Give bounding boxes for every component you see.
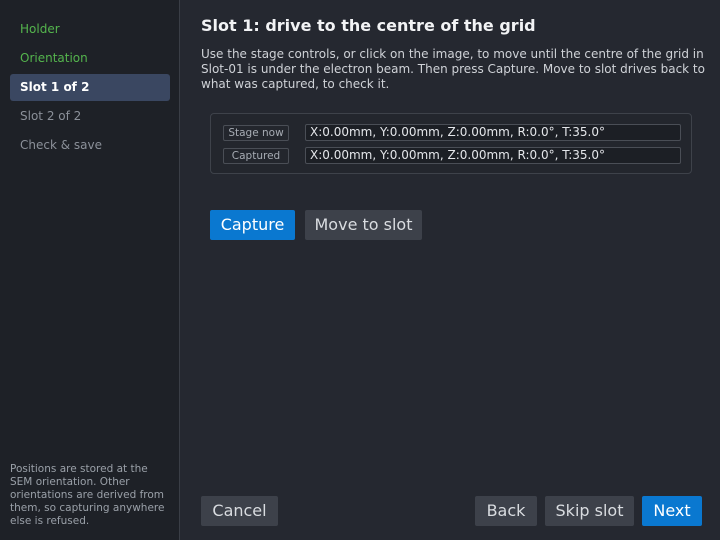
- next-button[interactable]: Next: [642, 496, 702, 526]
- instructions: Use the stage controls, or click on the …: [201, 47, 705, 91]
- step-orientation[interactable]: Orientation: [10, 45, 170, 72]
- cancel-button[interactable]: Cancel: [201, 496, 278, 526]
- calibration-wizard: Holder Orientation Slot 1 of 2 Slot 2 of…: [0, 0, 720, 540]
- step-slot-2[interactable]: Slot 2 of 2: [10, 103, 170, 130]
- stage-now-label: Stage now: [223, 125, 289, 141]
- step-slot-1[interactable]: Slot 1 of 2: [10, 74, 170, 101]
- step-check-save[interactable]: Check & save: [10, 132, 170, 159]
- captured-label: Captured: [223, 148, 289, 164]
- sidebar: Holder Orientation Slot 1 of 2 Slot 2 of…: [0, 0, 180, 540]
- step-holder[interactable]: Holder: [10, 16, 170, 43]
- page-title: Slot 1: drive to the centre of the grid: [201, 16, 536, 35]
- capture-button[interactable]: Capture: [210, 210, 295, 240]
- back-button[interactable]: Back: [475, 496, 537, 526]
- main-panel: Slot 1: drive to the centre of the grid …: [181, 0, 720, 540]
- sidebar-note: Positions are stored at the SEM orientat…: [10, 463, 165, 527]
- skip-slot-button[interactable]: Skip slot: [545, 496, 634, 526]
- stage-now-field: X:0.00mm, Y:0.00mm, Z:0.00mm, R:0.0°, T:…: [305, 124, 681, 141]
- position-panel: Stage now X:0.00mm, Y:0.00mm, Z:0.00mm, …: [210, 113, 692, 174]
- move-to-slot-button[interactable]: Move to slot: [305, 210, 422, 240]
- captured-field: X:0.00mm, Y:0.00mm, Z:0.00mm, R:0.0°, T:…: [305, 147, 681, 164]
